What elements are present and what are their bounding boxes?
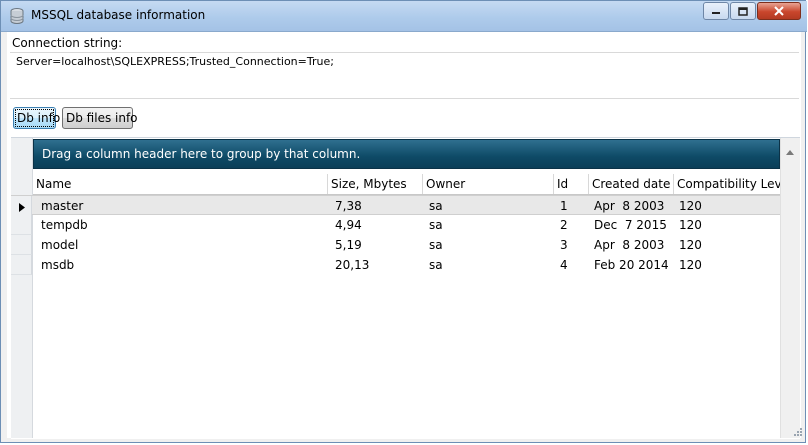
vertical-scrollbar[interactable] <box>780 138 800 438</box>
row-header-column <box>11 138 33 438</box>
database-icon <box>9 7 25 25</box>
cell-size: 20,13 <box>335 258 370 272</box>
cell-id: 2 <box>560 218 568 232</box>
connection-string-label: Connection string: <box>12 36 123 50</box>
cell-compatibility-level: 120 <box>679 218 702 232</box>
cell-id: 3 <box>560 238 568 252</box>
cell-name: master <box>41 199 84 213</box>
client-area: Connection string: Server=localhost\SQLE… <box>7 32 801 439</box>
db-info-button[interactable]: Db info <box>13 107 60 129</box>
cell-created-date: Apr 8 2003 <box>594 199 665 213</box>
cell-name: model <box>41 238 79 252</box>
cell-id: 4 <box>560 258 568 272</box>
cell-compatibility-level: 120 <box>679 199 702 213</box>
caption-buttons <box>702 2 801 20</box>
column-header-name[interactable]: Name <box>33 174 327 194</box>
cell-id: 1 <box>560 199 568 213</box>
row-header[interactable] <box>11 215 32 235</box>
column-header-size[interactable]: Size, Mbytes <box>327 174 422 194</box>
connection-string-value: Server=localhost\SQLEXPRESS;Trusted_Conn… <box>16 55 334 68</box>
column-header-owner[interactable]: Owner <box>422 174 553 194</box>
cell-created-date: Feb 20 2014 <box>594 258 669 272</box>
group-by-panel[interactable]: Drag a column header here to group by th… <box>33 139 780 169</box>
db-files-info-button[interactable]: Db files info <box>62 107 138 129</box>
column-headers: Name Size, Mbytes Owner Id Created date … <box>33 174 792 195</box>
row-header[interactable] <box>11 235 32 255</box>
minimize-icon <box>711 7 721 15</box>
minimize-button[interactable] <box>703 2 729 20</box>
database-grid: Drag a column header here to group by th… <box>11 137 800 439</box>
cell-compatibility-level: 120 <box>679 258 702 272</box>
cell-compatibility-level: 120 <box>679 238 702 252</box>
resize-grip-icon[interactable] <box>793 426 803 440</box>
cell-owner: sa <box>429 238 443 252</box>
column-header-compatibility-level[interactable]: Compatibility Level <box>673 174 792 194</box>
row-header[interactable] <box>11 255 32 275</box>
scroll-up-arrow-icon[interactable] <box>786 144 794 158</box>
maximize-button[interactable] <box>730 2 756 20</box>
close-button[interactable] <box>757 2 801 20</box>
maximize-icon <box>738 6 748 16</box>
current-row-arrow-icon <box>19 201 25 215</box>
table-row[interactable]: master 7,38 sa 1 Apr 8 2003 120 <box>11 195 780 216</box>
cell-owner: sa <box>429 218 443 232</box>
cell-size: 7,38 <box>335 199 362 213</box>
window-title: MSSQL database information <box>31 8 206 22</box>
cell-size: 4,94 <box>335 218 362 232</box>
column-header-created-date[interactable]: Created date <box>588 174 673 194</box>
column-header-id[interactable]: Id <box>553 174 588 194</box>
cell-owner: sa <box>429 199 443 213</box>
close-icon <box>773 6 785 16</box>
table-row[interactable]: tempdb 4,94 sa 2 Dec 7 2015 120 <box>11 215 780 235</box>
app-window: MSSQL database information Connection st… <box>0 0 807 443</box>
row-header[interactable] <box>11 196 32 216</box>
table-row[interactable]: msdb 20,13 sa 4 Feb 20 2014 120 <box>11 255 780 275</box>
cell-owner: sa <box>429 258 443 272</box>
cell-name: tempdb <box>41 218 88 232</box>
cell-size: 5,19 <box>335 238 362 252</box>
table-row[interactable]: model 5,19 sa 3 Apr 8 2003 120 <box>11 235 780 255</box>
group-by-hint: Drag a column header here to group by th… <box>42 147 361 161</box>
cell-created-date: Dec 7 2015 <box>594 218 667 232</box>
title-bar[interactable]: MSSQL database information <box>1 1 807 32</box>
cell-name: msdb <box>41 258 75 272</box>
cell-created-date: Apr 8 2003 <box>594 238 665 252</box>
